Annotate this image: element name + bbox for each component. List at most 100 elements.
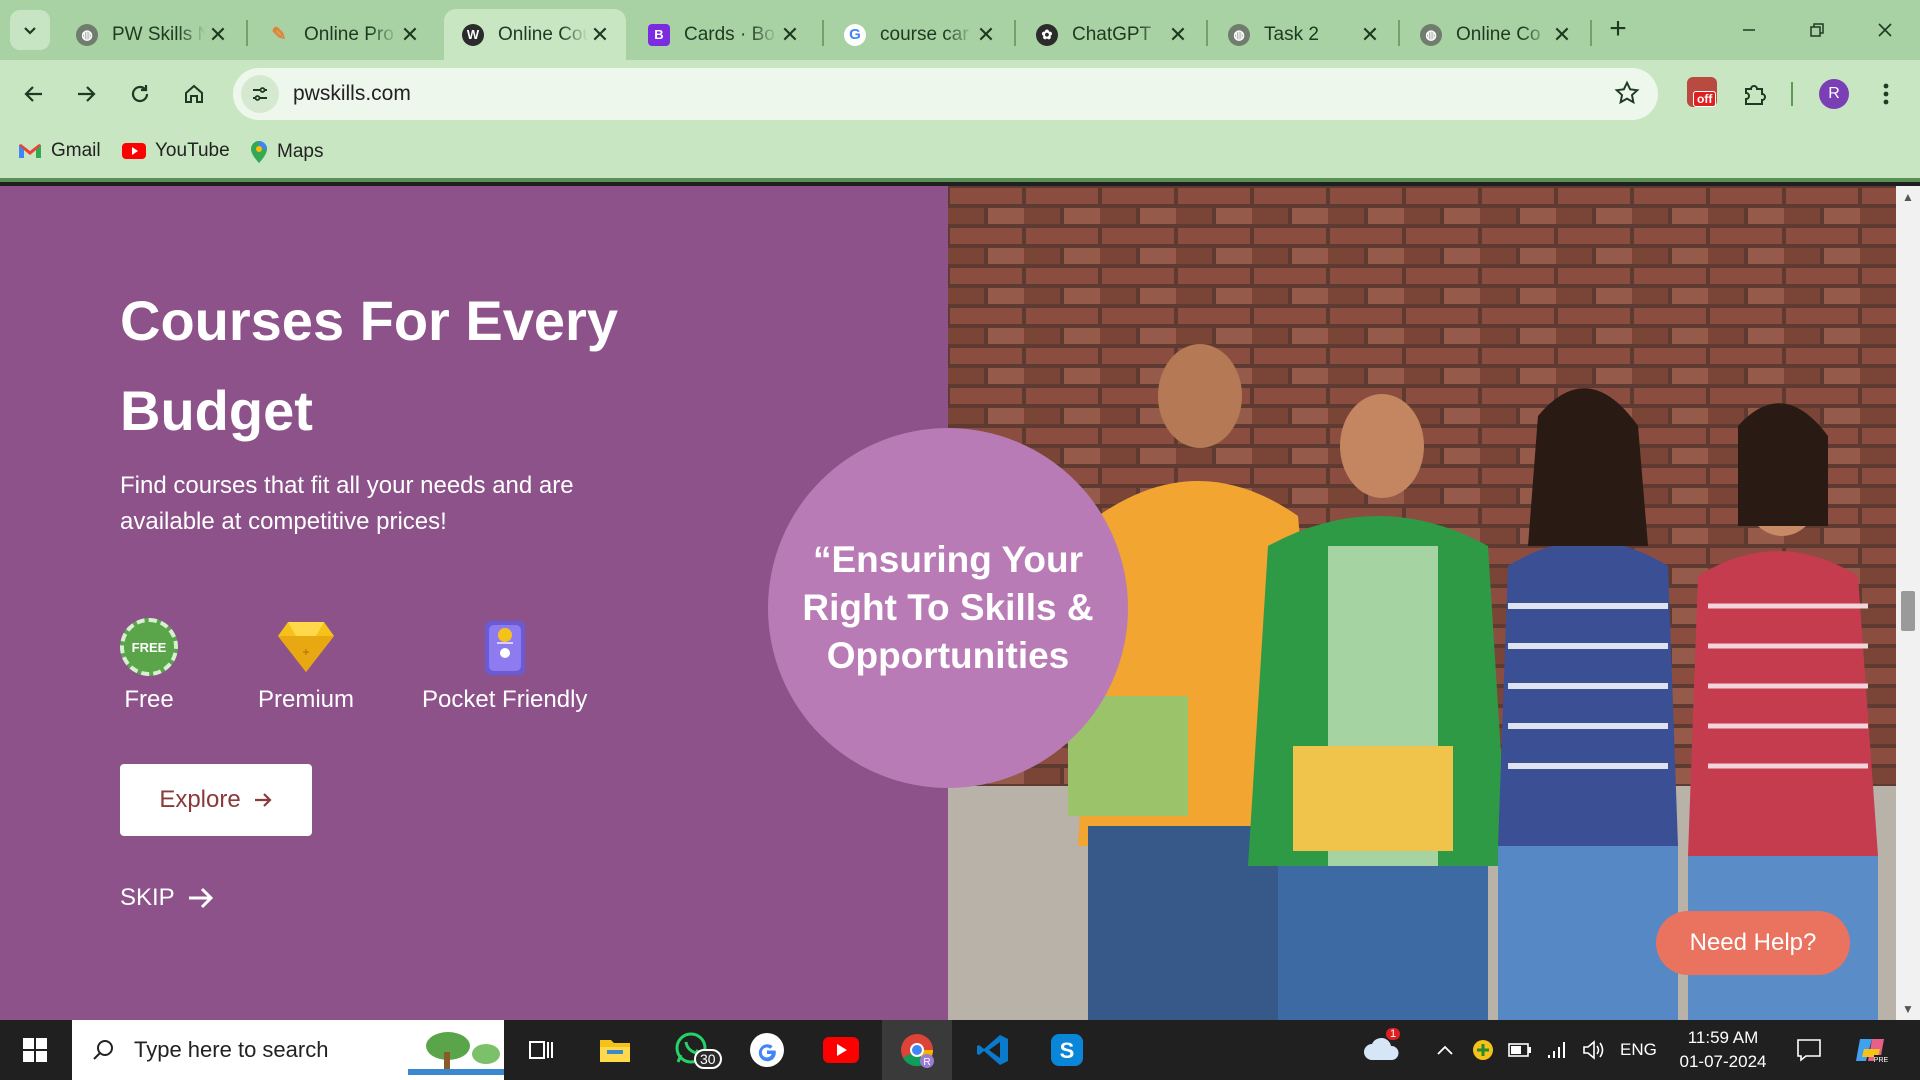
google-app-button[interactable] (732, 1020, 802, 1080)
page-scrollbar[interactable]: ▲ ▼ (1896, 186, 1920, 1020)
site-info-button[interactable] (241, 75, 279, 113)
youtube-icon (823, 1037, 859, 1063)
tab-chatgpt[interactable]: ✿ ChatGPT ✕ (1018, 9, 1204, 60)
tab-separator (822, 20, 824, 46)
bookmark-maps[interactable]: Maps (250, 140, 323, 164)
close-window-button[interactable] (1860, 8, 1910, 52)
security-tray-icon[interactable] (1472, 1020, 1494, 1080)
task-view-button[interactable] (506, 1020, 576, 1080)
extension-button[interactable]: off (1682, 72, 1722, 112)
address-bar[interactable]: pwskills.com (233, 68, 1658, 120)
cloud-icon: 1 (1362, 1027, 1402, 1067)
tab-separator (1590, 20, 1592, 46)
language-indicator[interactable]: ENG (1620, 1020, 1657, 1080)
globe-icon: ◍ (76, 23, 98, 46)
tab-cards-bootstrap[interactable]: B Cards · Bo ✕ (630, 9, 816, 60)
weather-widget[interactable]: 1 (1362, 1020, 1402, 1080)
close-icon[interactable]: ✕ (1166, 22, 1190, 48)
diamond-icon: + (276, 616, 336, 678)
volume-tray-icon[interactable] (1582, 1020, 1604, 1080)
close-icon[interactable]: ✕ (1358, 22, 1382, 48)
extensions-menu-button[interactable] (1734, 74, 1774, 114)
quote-text: “Ensuring Your Right To Skills & Opportu… (802, 539, 1094, 676)
copilot-button[interactable]: PRE (1854, 1020, 1888, 1080)
minimize-icon (1743, 29, 1755, 31)
close-icon[interactable]: ✕ (1550, 22, 1574, 48)
youtube-app-button[interactable] (806, 1020, 876, 1080)
wordpress-icon: W (462, 23, 484, 46)
skype-icon: S (1051, 1034, 1083, 1066)
start-button[interactable] (0, 1020, 70, 1080)
close-icon[interactable]: ✕ (206, 22, 230, 48)
google-icon: G (844, 23, 866, 46)
feature-pocket-friendly: Pocket Friendly (422, 616, 587, 714)
url-text[interactable]: pwskills.com (293, 82, 411, 106)
chevron-up-icon (1437, 1045, 1453, 1055)
show-hidden-icons-button[interactable] (1436, 1020, 1454, 1080)
restore-button[interactable] (1792, 8, 1842, 52)
bookmark-gmail[interactable]: Gmail (18, 140, 101, 162)
whatsapp-button[interactable]: 30 (656, 1020, 726, 1080)
plus-icon: + (1609, 12, 1627, 45)
extension-badge: off (1693, 91, 1717, 107)
screen-recorder-icon: off (1687, 77, 1717, 107)
hero-subtitle: Find courses that fit all your needs and… (120, 472, 574, 535)
bootstrap-icon: B (648, 23, 670, 46)
home-button[interactable] (174, 74, 214, 114)
tab-task-2[interactable]: ◍ Task 2 ✕ (1210, 9, 1396, 60)
need-help-button[interactable]: Need Help? (1656, 911, 1850, 975)
quote-circle: “Ensuring Your Right To Skills & Opportu… (768, 428, 1128, 788)
bookmark-youtube[interactable]: YouTube (122, 140, 230, 162)
tab-course-card[interactable]: G course car ✕ (826, 9, 1012, 60)
bookmark-star-button[interactable] (1614, 80, 1640, 111)
notifications-button[interactable] (1796, 1020, 1822, 1080)
close-icon[interactable]: ✕ (588, 22, 612, 48)
browser-toolbar: pwskills.com off R (0, 60, 1920, 128)
tab-separator (1014, 20, 1016, 46)
whatsapp-icon: 30 (674, 1031, 722, 1070)
tab-online-courses-active[interactable]: W Online Cou ✕ (444, 9, 626, 60)
tab-online-pro[interactable]: ✎ Online Pro ✕ (250, 9, 436, 60)
hero-title: Courses For Every Budget (120, 289, 618, 442)
scroll-up-arrow-icon[interactable]: ▲ (1902, 190, 1914, 204)
network-tray-icon[interactable] (1546, 1020, 1568, 1080)
feature-label: Pocket Friendly (422, 686, 588, 713)
profile-button[interactable]: R (1814, 74, 1854, 114)
tab-pw-skills[interactable]: ◍ PW Skills N ✕ (58, 9, 244, 60)
whatsapp-badge: 30 (694, 1048, 722, 1069)
explore-button[interactable]: Explore (120, 764, 312, 836)
close-icon[interactable]: ✕ (398, 22, 422, 48)
chrome-taskbar-button[interactable]: R (882, 1020, 952, 1080)
back-button[interactable] (14, 74, 54, 114)
skip-button[interactable]: SKIP (120, 884, 215, 912)
bookmarks-bar: Gmail YouTube Maps (0, 128, 1920, 182)
file-explorer-button[interactable] (580, 1020, 650, 1080)
taskbar-search-box[interactable]: Type here to search (72, 1020, 504, 1080)
wallet-icon (481, 616, 529, 678)
speaker-icon (1583, 1040, 1604, 1060)
new-tab-button[interactable]: + (1600, 12, 1636, 48)
tab-online-co[interactable]: ◍ Online Co ✕ (1402, 9, 1588, 60)
close-icon[interactable]: ✕ (778, 22, 802, 48)
weather-badge: 1 (1386, 1027, 1401, 1040)
battery-tray-icon[interactable] (1508, 1020, 1532, 1080)
tab-search-button[interactable] (10, 10, 50, 50)
tab-separator (1398, 20, 1400, 46)
minimize-button[interactable] (1724, 8, 1774, 52)
scroll-down-arrow-icon[interactable]: ▼ (1902, 1002, 1914, 1016)
skype-button[interactable]: S (1032, 1020, 1102, 1080)
vscode-button[interactable] (958, 1020, 1028, 1080)
scrollbar-thumb[interactable] (1901, 591, 1915, 631)
feather-icon: ✎ (271, 24, 287, 44)
reload-button[interactable] (120, 74, 160, 114)
browser-menu-button[interactable] (1866, 74, 1906, 114)
taskbar-clock[interactable]: 11:59 AM 01-07-2024 (1668, 1026, 1778, 1074)
svg-text:S: S (1060, 1038, 1075, 1063)
forward-button[interactable] (66, 74, 106, 114)
webpage-viewport: Courses For Every Budget Find courses th… (0, 186, 1896, 1020)
kebab-menu-icon (1883, 83, 1889, 105)
close-icon[interactable]: ✕ (974, 22, 998, 48)
task-view-icon (529, 1041, 553, 1059)
google-icon (750, 1033, 784, 1067)
tab-strip: ◍ PW Skills N ✕ ✎ Online Pro ✕ W Online … (0, 0, 1920, 60)
